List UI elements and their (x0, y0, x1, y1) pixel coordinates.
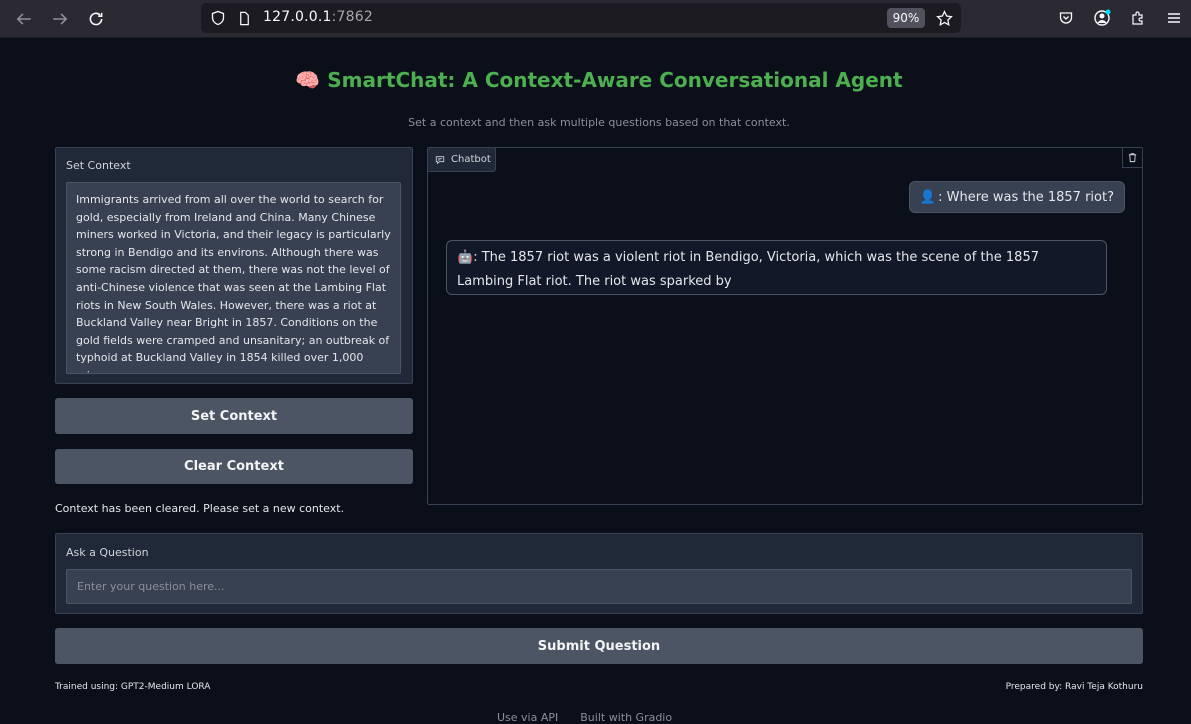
back-arrow-icon[interactable] (12, 7, 36, 31)
footer-trained-using: Trained using: GPT2-Medium LORA (55, 682, 211, 692)
reload-icon[interactable] (84, 7, 108, 31)
question-input[interactable] (66, 569, 1132, 604)
brain-icon: 🧠 (295, 68, 321, 92)
footer-prepared-by: Prepared by: Ravi Teja Kothuru (1005, 682, 1143, 692)
context-panel: Set Context Immigrants arrived from all … (55, 147, 413, 384)
user-message[interactable]: 👤 : Where was the 1857 riot? (908, 181, 1125, 213)
question-panel: Ask a Question (55, 533, 1143, 614)
url-text[interactable]: 127.0.0.1:7862 (263, 9, 373, 25)
shield-icon[interactable] (209, 9, 227, 27)
url-port: :7862 (331, 9, 373, 25)
set-context-button[interactable]: Set Context (55, 398, 413, 434)
pocket-icon[interactable] (1056, 8, 1076, 28)
zoom-indicator[interactable]: 90% (887, 8, 925, 28)
trash-icon[interactable] (1122, 148, 1142, 168)
chatbot-tab-label: Chatbot (451, 154, 491, 165)
user-avatar-icon: 👤 (919, 189, 937, 205)
forward-arrow-icon[interactable] (48, 7, 72, 31)
context-textarea[interactable]: Immigrants arrived from all over the wor… (66, 182, 401, 374)
menu-icon[interactable] (1164, 8, 1184, 28)
context-label: Set Context (66, 159, 131, 172)
bot-message[interactable]: 🤖: The 1857 riot was a violent riot in B… (446, 240, 1107, 295)
built-with-gradio-link[interactable]: Built with Gradio (580, 711, 672, 724)
use-via-api-link[interactable]: Use via API (497, 711, 558, 724)
chat-bubble-icon (435, 155, 445, 164)
user-message-text: : Where was the 1857 riot? (938, 189, 1114, 205)
chatbot-panel: Chatbot 👤 : Where was the 1857 riot? 🤖: … (427, 147, 1143, 505)
chatbot-tab: Chatbot (428, 148, 496, 172)
app-page: 🧠 SmartChat: A Context-Aware Conversatio… (0, 38, 1191, 724)
browser-toolbar: 127.0.0.1:7862 90% (0, 0, 1191, 38)
page-subtitle: Set a context and then ask multiple ques… (408, 116, 790, 129)
bot-message-text: : The 1857 riot was a violent riot in Be… (457, 250, 1039, 289)
account-icon[interactable] (1092, 8, 1112, 28)
page-icon (235, 9, 253, 27)
star-icon[interactable] (935, 9, 953, 27)
url-host: 127.0.0.1 (263, 9, 332, 25)
page-title: 🧠 SmartChat: A Context-Aware Conversatio… (0, 68, 1191, 92)
address-bar[interactable]: 127.0.0.1:7862 90% (201, 3, 961, 33)
question-label: Ask a Question (66, 546, 149, 559)
clear-context-button[interactable]: Clear Context (55, 449, 413, 484)
extensions-icon[interactable] (1128, 8, 1148, 28)
context-status-text: Context has been cleared. Please set a n… (55, 502, 345, 515)
robot-icon: 🤖 (457, 250, 474, 265)
page-title-text: SmartChat: A Context-Aware Conversationa… (327, 68, 903, 92)
footer-links: Use via API Built with Gradio (497, 711, 672, 724)
submit-question-button[interactable]: Submit Question (55, 628, 1143, 664)
